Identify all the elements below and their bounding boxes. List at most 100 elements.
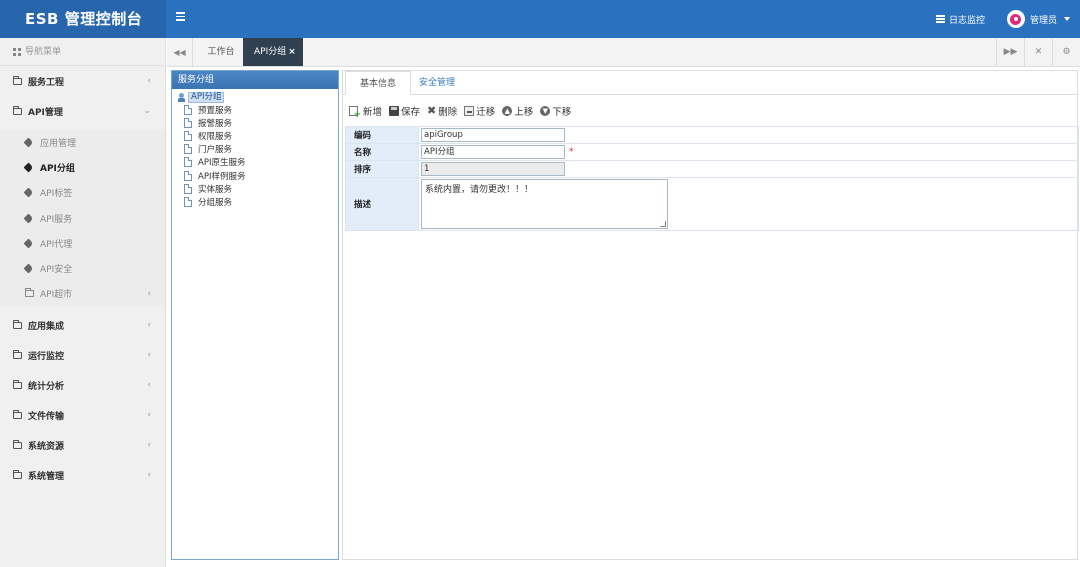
log-monitor-link[interactable]: 日志监控 xyxy=(935,13,985,26)
sidebar-item-runtime-monitor[interactable]: 运行监控 ‹ xyxy=(0,340,165,370)
chevron-left-icon: ‹ xyxy=(147,470,151,481)
tab-scroll-left-button[interactable]: ◀◀ xyxy=(167,38,193,66)
new-button[interactable]: 新增 xyxy=(349,104,382,120)
chevron-left-icon: ‹ xyxy=(147,440,151,451)
tree-node[interactable]: 预置服务 xyxy=(172,103,338,116)
tree-node-label: 预置服务 xyxy=(198,105,233,116)
user-menu[interactable]: 管理员 xyxy=(1006,10,1070,28)
document-icon xyxy=(184,104,192,115)
tree-root-label[interactable]: API分组 xyxy=(188,92,225,103)
chevron-down-icon xyxy=(1064,17,1070,21)
code-label: 编码 xyxy=(345,126,419,144)
sidebar-item-system-management[interactable]: 系统管理 ‹ xyxy=(0,460,165,490)
folder-icon xyxy=(13,439,22,449)
folder-icon xyxy=(13,75,22,85)
tab-api-group[interactable]: API分组 × xyxy=(243,38,303,66)
chevron-left-icon: ‹ xyxy=(147,76,151,86)
sidebar-item-label: API分组 xyxy=(40,164,75,175)
fullscreen-icon[interactable]: ✕ xyxy=(1024,38,1052,66)
sidebar-item-app-integration[interactable]: 应用集成 ‹ xyxy=(0,310,165,340)
form-row-description: 描述 系统内置，请勿更改！！！ xyxy=(345,177,1079,231)
sidebar-item-app-management[interactable]: 应用管理 xyxy=(0,130,165,155)
tree-panel-title: 服务分组 xyxy=(172,71,338,89)
save-button[interactable]: 保存 xyxy=(389,104,420,118)
order-field[interactable]: 1 xyxy=(421,162,565,176)
menu-toggle-icon[interactable] xyxy=(176,12,185,24)
delete-button[interactable]: ✖ 删除 xyxy=(427,104,457,118)
sidebar-item-label: 系统资源 xyxy=(28,441,65,452)
sidebar: 导航菜单 服务工程 ‹ API管理 ⌄ 应用管理 API分组 API标签 API… xyxy=(0,38,166,567)
delete-icon: ✖ xyxy=(427,104,437,117)
sidebar-item-statistics[interactable]: 统计分析 ‹ xyxy=(0,370,165,400)
tree-node[interactable]: API样例服务 xyxy=(172,169,338,182)
tree-node-label: 权限服务 xyxy=(198,131,233,142)
sidebar-item-label: API服务 xyxy=(40,214,73,225)
tab-tools: ▶▶ ✕ ⚙ xyxy=(996,38,1080,66)
move-down-label: 下移 xyxy=(552,107,572,118)
sidebar-item-api-proxy[interactable]: API代理 xyxy=(0,231,165,256)
arrow-down-icon: ▼ xyxy=(540,106,551,116)
move-down-button[interactable]: ▼ 下移 xyxy=(540,104,571,118)
sidebar-item-service-project[interactable]: 服务工程 ‹ xyxy=(0,66,165,96)
tab-security-management[interactable]: 安全管理 xyxy=(405,71,469,95)
tree-node-label: API原生服务 xyxy=(198,158,246,169)
sidebar-item-api-service[interactable]: API服务 xyxy=(0,206,165,231)
close-icon[interactable]: × xyxy=(288,47,296,57)
tag-icon xyxy=(23,162,34,173)
sidebar-item-label: API管理 xyxy=(28,107,63,118)
sidebar-item-system-resources[interactable]: 系统资源 ‹ xyxy=(0,430,165,460)
tree-node-label: API样例服务 xyxy=(198,171,246,182)
detail-tabs: 基本信息 安全管理 xyxy=(343,71,1077,95)
detail-panel: 基本信息 安全管理 新增 保存 ✖删除 迁移 ▲上移 ▼下移 编码 apiGro… xyxy=(342,70,1079,560)
sidebar-item-label: API超市 xyxy=(40,290,73,301)
tree-root[interactable]: API分组 xyxy=(172,92,338,103)
nav-header-label: 导航菜单 xyxy=(25,46,62,57)
tree-node[interactable]: 实体服务 xyxy=(172,182,338,195)
gear-icon[interactable]: ⚙ xyxy=(1052,38,1080,66)
code-field[interactable]: apiGroup xyxy=(421,128,565,142)
document-icon xyxy=(184,117,192,128)
app-title: ESB 管理控制台 xyxy=(0,0,166,38)
chevron-left-icon: ‹ xyxy=(147,288,151,299)
move-icon xyxy=(464,106,475,116)
sidebar-item-api-market[interactable]: API超市 ‹ xyxy=(0,281,165,306)
folder-icon xyxy=(13,349,22,359)
folder-icon xyxy=(13,319,22,329)
document-icon xyxy=(184,130,192,141)
document-icon xyxy=(184,144,192,155)
folder-icon xyxy=(25,288,34,298)
sidebar-item-label: API代理 xyxy=(40,239,73,250)
tree-node[interactable]: API原生服务 xyxy=(172,156,338,169)
sidebar-item-file-transfer[interactable]: 文件传输 ‹ xyxy=(0,400,165,430)
tree-node[interactable]: 报警服务 xyxy=(172,116,338,129)
sidebar-item-api-management[interactable]: API管理 ⌄ xyxy=(0,96,165,126)
tree-node[interactable]: 权限服务 xyxy=(172,129,338,142)
sidebar-item-label: 应用管理 xyxy=(40,139,77,150)
sidebar-item-api-tag[interactable]: API标签 xyxy=(0,180,165,205)
avatar-icon xyxy=(1006,10,1025,28)
save-icon xyxy=(389,106,400,116)
tab-basic-info[interactable]: 基本信息 xyxy=(345,71,412,95)
folder-icon xyxy=(13,105,22,115)
tree-node[interactable]: 分组服务 xyxy=(172,195,338,208)
sidebar-item-api-security[interactable]: API安全 xyxy=(0,256,165,281)
sidebar-item-api-group[interactable]: API分组 xyxy=(0,155,165,180)
tree-node[interactable]: 门户服务 xyxy=(172,143,338,156)
document-icon xyxy=(184,196,192,207)
tab-scroll-right-button[interactable]: ▶▶ xyxy=(996,38,1024,66)
description-label: 描述 xyxy=(345,177,419,231)
service-group-tree-panel: 服务分组 API分组 预置服务 报警服务 权限服务 门户服务 API原生服务 A… xyxy=(171,70,339,560)
move-button[interactable]: 迁移 xyxy=(464,104,495,118)
tree-node-label: 门户服务 xyxy=(198,145,233,156)
move-up-button[interactable]: ▲ 上移 xyxy=(502,104,533,118)
name-field[interactable]: API分组 xyxy=(421,145,565,159)
form-row-code: 编码 apiGroup xyxy=(345,126,1079,144)
delete-label: 删除 xyxy=(438,107,458,118)
sidebar-item-label: API安全 xyxy=(40,265,73,276)
tab-workbench[interactable]: 工作台 xyxy=(198,38,244,66)
description-textarea[interactable]: 系统内置，请勿更改！！！ xyxy=(421,179,668,229)
move-up-label: 上移 xyxy=(514,107,534,118)
grid-icon xyxy=(13,47,21,56)
tag-icon xyxy=(23,137,34,148)
tree-node-label: 分组服务 xyxy=(198,197,233,208)
